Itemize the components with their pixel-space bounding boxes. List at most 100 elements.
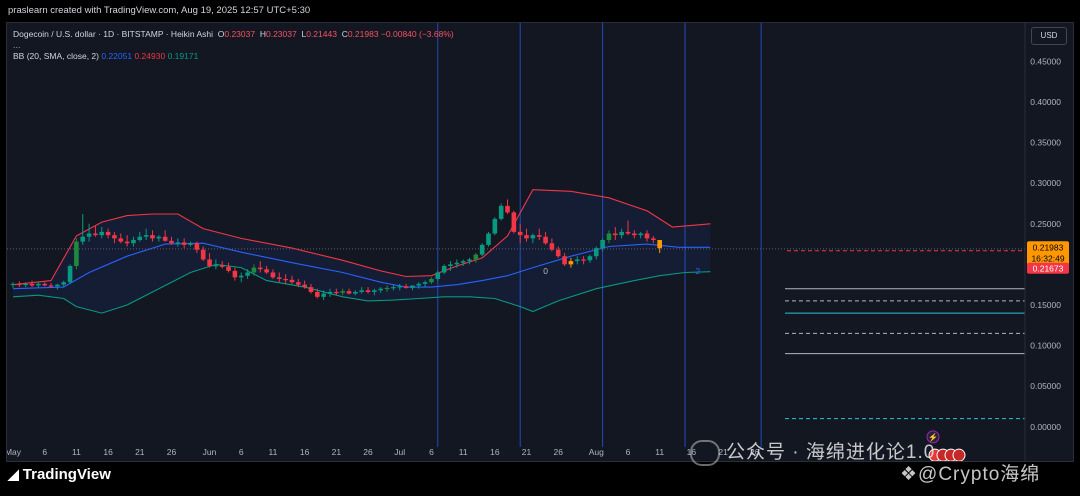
candle-body: [473, 254, 479, 260]
candle: [498, 203, 504, 221]
bb-basis-value: 0.22051: [101, 51, 133, 61]
candle-body: [200, 249, 206, 260]
candle-body: [498, 205, 504, 219]
candle-body: [289, 279, 295, 283]
countdown-label: 16:32:49: [1031, 253, 1064, 263]
time-tick-label: 26: [363, 447, 373, 457]
candle: [67, 264, 73, 284]
candle-body: [74, 241, 79, 266]
bb-row: BB (20, SMA, close, 2) 0.22051 0.24930 0…: [13, 49, 454, 63]
symbol-name[interactable]: Dogecoin / U.S. dollar · 1D · BITSTAMP ·…: [13, 29, 213, 39]
chart-svg[interactable]: 0.450000.400000.350000.300000.250000.200…: [7, 23, 1073, 461]
time-tick-label: 21: [332, 447, 342, 457]
price-tick-label: 0.30000: [1030, 178, 1061, 188]
change-value: −0.00840 (−3.68%): [380, 29, 454, 39]
time-tick-label: 6: [626, 447, 631, 457]
candle-body: [448, 264, 453, 266]
candle-body: [619, 231, 624, 236]
candle-body: [651, 238, 656, 240]
candle-body: [486, 233, 491, 245]
candle-body: [606, 233, 612, 240]
candle-body: [353, 291, 358, 294]
time-tick-label: 11: [459, 447, 468, 457]
candle-body: [143, 235, 149, 237]
candle-body: [568, 261, 574, 265]
candle-body: [188, 243, 193, 245]
candle-body: [226, 266, 231, 271]
candle-body: [270, 272, 276, 278]
candle-body: [315, 291, 320, 297]
candle-body: [80, 236, 86, 242]
bb-label[interactable]: BB (20, SMA, close, 2): [13, 51, 99, 61]
candle-body: [613, 233, 618, 236]
candle-body: [555, 249, 561, 257]
candle-body: [429, 278, 434, 283]
candle-body: [391, 287, 396, 289]
chart-frame: 0.450000.400000.350000.300000.250000.200…: [6, 22, 1074, 462]
candle-body: [422, 282, 428, 284]
candle-body: [118, 238, 124, 242]
candle-body: [131, 240, 136, 244]
candle-body: [410, 285, 415, 288]
candle-body: [99, 231, 105, 236]
price-tick-label: 0.25000: [1030, 219, 1061, 229]
candle-body: [86, 233, 92, 237]
candle-body: [175, 242, 181, 244]
time-tick-label: 16: [103, 447, 113, 457]
candle-body: [219, 265, 225, 267]
candle-body: [194, 243, 200, 250]
candle-body: [245, 272, 250, 276]
candle-body: [581, 259, 586, 261]
marker-zero: 0: [543, 266, 548, 276]
candle-body: [600, 240, 605, 249]
last-price-label: 0.21983: [1033, 242, 1064, 252]
candle: [486, 231, 491, 247]
price-tick-label: 0.05000: [1030, 381, 1061, 391]
candle-body: [517, 231, 523, 236]
bb-upper-value: 0.24930: [134, 51, 166, 61]
candle-body: [10, 283, 16, 286]
time-tick-label: 6: [42, 447, 47, 457]
candle-body: [257, 267, 263, 270]
candle-body: [112, 235, 117, 239]
candle-body: [48, 285, 54, 287]
time-tick-label: 11: [269, 447, 278, 457]
currency-button[interactable]: USD: [1031, 27, 1067, 45]
candle-body: [644, 233, 650, 239]
time-tick-label: 16: [490, 447, 500, 457]
x-platform-icon: ❖: [900, 464, 919, 485]
candle-body: [334, 291, 339, 294]
time-tick-label: 16: [300, 447, 310, 457]
candle: [479, 243, 485, 257]
candle-body: [150, 235, 155, 239]
tradingview-logo[interactable]: ◢ TradingView: [8, 466, 111, 483]
candle-body: [657, 240, 662, 249]
ohlc-close: C0.21983: [341, 29, 379, 39]
time-tick-label: 21: [522, 447, 532, 457]
time-tick-label: 11: [655, 447, 664, 457]
price-tick-label: 0.15000: [1030, 300, 1061, 310]
candle-body: [505, 205, 510, 213]
candle-body: [29, 283, 35, 286]
price-tick-label: 0.10000: [1030, 341, 1061, 351]
watermark-x: ❖@Crypto海绵: [900, 464, 1041, 485]
price-tick-label: 0.45000: [1030, 56, 1061, 66]
candle-body: [340, 291, 345, 293]
candle: [492, 217, 498, 236]
candle-body: [454, 262, 460, 265]
candle-body: [169, 240, 174, 244]
candle-body: [276, 277, 282, 279]
more-indicators-toggle[interactable]: ...: [13, 41, 454, 50]
time-tick-label: Aug: [589, 447, 604, 457]
candle-body: [67, 265, 73, 283]
candle-body: [479, 244, 485, 255]
candle-body: [296, 282, 301, 285]
candle-body: [460, 261, 466, 263]
candle-body: [397, 286, 403, 288]
candle-body: [467, 259, 472, 262]
time-tick-label: 6: [429, 447, 434, 457]
candle-body: [346, 291, 352, 294]
candle-body: [181, 242, 187, 245]
candle-body: [441, 265, 447, 273]
candle-body: [105, 231, 111, 236]
